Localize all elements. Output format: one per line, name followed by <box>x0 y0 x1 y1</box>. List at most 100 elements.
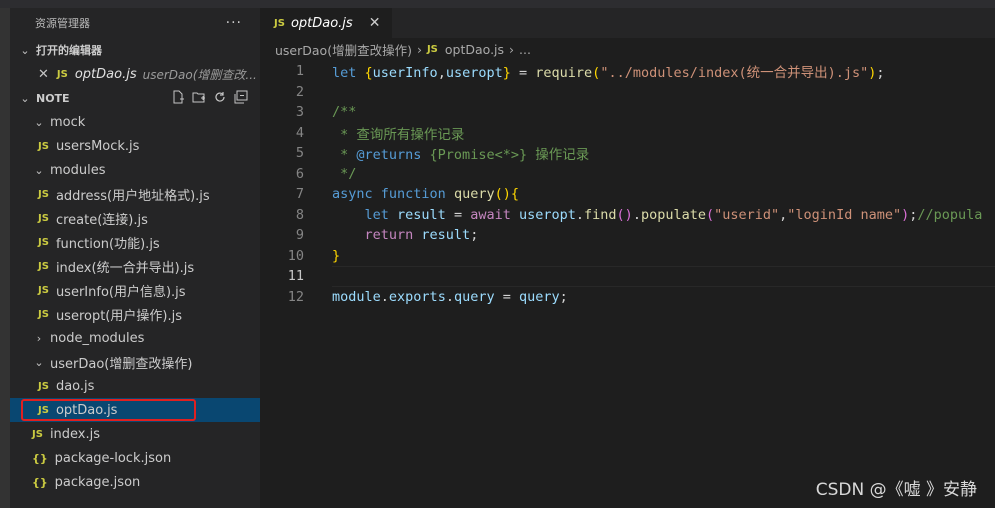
file-item[interactable]: {} package.json <box>10 470 260 494</box>
folder-item[interactable]: ⌄ userDao(增删查改操作) <box>10 350 260 374</box>
line-number: 4 <box>295 124 304 141</box>
js-file-icon: JS <box>38 236 49 248</box>
chevron-right-icon: › <box>509 41 515 57</box>
code-token: } <box>502 65 511 82</box>
tree-item-label: dao.js <box>55 378 95 394</box>
open-editors-label: 打开的编辑器 <box>36 44 102 57</box>
file-item[interactable]: JS useropt(用户操作).js <box>10 302 260 326</box>
code-editor[interactable]: 1 let {userInfo,useropt} = require("../mo… <box>260 60 995 307</box>
line-number: 7 <box>295 186 304 203</box>
tree-item-label: create(连接).js <box>55 212 148 228</box>
chevron-down-icon: ⌄ <box>20 91 30 105</box>
line-source: return result; <box>332 227 479 244</box>
code-token: () <box>494 186 511 203</box>
close-icon[interactable]: ✕ <box>369 15 381 31</box>
line-source: async function query(){ <box>332 186 519 202</box>
file-item[interactable]: JS dao.js <box>10 374 260 398</box>
code-token: . <box>380 288 389 305</box>
code-token: require <box>535 65 593 82</box>
code-token: let <box>332 65 365 82</box>
chevron-right-icon: › <box>36 331 42 345</box>
code-token: useropt <box>445 65 503 82</box>
line-number: 10 <box>287 247 304 264</box>
tree-item-label: node_modules <box>50 330 145 346</box>
breadcrumb-file[interactable]: optDao.js <box>445 42 504 57</box>
file-item[interactable]: JS index.js <box>10 422 260 446</box>
file-item[interactable]: JS function(功能).js <box>10 230 260 254</box>
open-editor-item[interactable]: ✕ JS optDao.js userDao(增删查改... <box>10 62 260 86</box>
js-file-icon: JS <box>32 428 43 440</box>
folder-item[interactable]: ⌄ mock <box>10 110 260 134</box>
tree-item-label: mock <box>50 114 86 130</box>
js-file-icon: JS <box>56 68 68 80</box>
code-token: async <box>332 186 381 203</box>
code-token: find <box>584 206 617 223</box>
code-token: result <box>421 227 471 244</box>
line-number: 11 <box>287 268 304 285</box>
file-item[interactable]: JS userInfo(用户信息).js <box>10 278 260 302</box>
tree-item-label: useropt(用户操作).js <box>55 308 182 324</box>
code-token: query <box>453 288 495 305</box>
line-source: * 查询所有操作记录 <box>332 123 464 143</box>
tree-item-label: address(用户地址格式).js <box>55 188 210 204</box>
code-token: = <box>445 206 471 223</box>
code-token: useropt <box>518 206 576 223</box>
code-token: ( <box>705 206 715 223</box>
code-line: 7 async function query(){ <box>260 184 995 205</box>
explorer-title: 资源管理器 <box>35 17 90 30</box>
code-line: 8 let result = await useropt.find().popu… <box>260 205 995 226</box>
open-editor-filename: optDao.js <box>74 66 137 82</box>
json-file-icon: {} <box>32 475 48 489</box>
code-token: query <box>453 186 495 203</box>
code-token: ; <box>559 288 568 305</box>
tree-item-label: modules <box>50 162 106 178</box>
code-line: 6 */ <box>260 164 995 185</box>
tree-item-label: index(统一合并导出).js <box>55 260 195 276</box>
activity-bar <box>0 8 10 508</box>
code-token: . <box>575 206 585 223</box>
file-item[interactable]: {} package-lock.json <box>10 446 260 470</box>
file-item[interactable]: JS address(用户地址格式).js <box>10 182 260 206</box>
tab-optdao[interactable]: JS optDao.js ✕ <box>260 8 393 38</box>
code-token: return <box>364 227 422 244</box>
project-header[interactable]: ⌄ NOTE <box>10 86 260 110</box>
code-line: 4 * 查询所有操作记录 <box>260 123 995 144</box>
explorer-header: 资源管理器 ··· <box>10 8 260 38</box>
line-number: 2 <box>295 83 304 100</box>
explorer-sidebar: 资源管理器 ··· ⌄ 打开的编辑器 ✕ JS optDao.js userDa… <box>10 8 260 508</box>
more-actions-icon[interactable]: ··· <box>226 15 242 31</box>
folder-item[interactable]: ⌄ modules <box>10 158 260 182</box>
file-item[interactable]: JS index(统一合并导出).js <box>10 254 260 278</box>
line-source: } <box>332 248 340 264</box>
menu-bar-strip <box>0 0 995 8</box>
tree-item-label: userInfo(用户信息).js <box>55 284 186 300</box>
js-file-icon: JS <box>38 260 49 272</box>
refresh-icon[interactable] <box>213 90 227 104</box>
chevron-right-icon: › <box>416 41 422 57</box>
code-token: function <box>380 186 454 203</box>
js-file-icon: JS <box>38 140 49 152</box>
code-token: */ <box>332 165 357 182</box>
code-token: result <box>397 206 446 223</box>
tab-bar: JS optDao.js ✕ <box>260 8 995 38</box>
collapse-all-icon[interactable] <box>234 90 248 104</box>
new-folder-icon[interactable] <box>192 90 206 104</box>
code-token: populate <box>640 206 706 223</box>
tree-item-label: userDao(增删查改操作) <box>50 356 193 372</box>
open-editors-header[interactable]: ⌄ 打开的编辑器 <box>10 38 260 62</box>
code-token: "../modules/index(统一合并导出).js" <box>600 65 869 82</box>
code-line: 9 return result; <box>260 225 995 246</box>
js-file-icon: JS <box>274 17 285 29</box>
close-icon[interactable]: ✕ <box>38 67 49 82</box>
breadcrumb-tail[interactable]: ... <box>519 42 531 57</box>
file-item[interactable]: JS create(连接).js <box>10 206 260 230</box>
line-number: 1 <box>295 63 304 80</box>
breadcrumb-folder[interactable]: userDao(增删查改操作) <box>275 40 412 59</box>
file-item[interactable]: JS usersMock.js <box>10 134 260 158</box>
new-file-icon[interactable] <box>171 90 185 104</box>
line-number: 3 <box>295 104 304 121</box>
code-line: 11 <box>260 266 995 287</box>
file-item[interactable]: JS optDao.js <box>10 398 260 422</box>
file-tree: ⌄ mock JS usersMock.js ⌄ modules JS address(用户地… <box>10 110 260 494</box>
folder-item[interactable]: › node_modules <box>10 326 260 350</box>
